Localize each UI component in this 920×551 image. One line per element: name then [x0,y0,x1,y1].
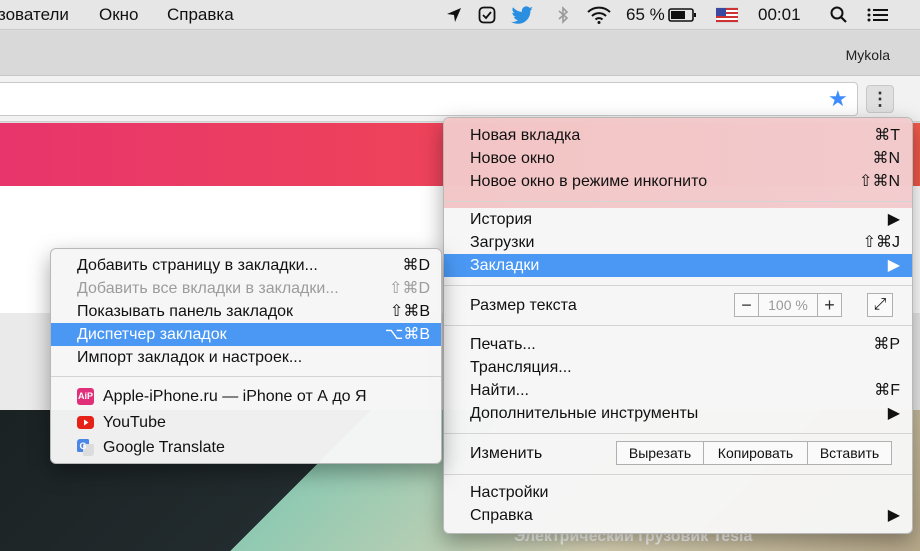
copy-button[interactable]: Копировать [703,441,808,465]
location-arrow-icon[interactable] [444,5,464,25]
address-bar[interactable] [0,82,858,116]
menu-item-more-tools[interactable]: Дополнительные инструменты ▶ [470,402,900,425]
bookmark-show-bar[interactable]: Показывать панель закладок ⇧⌘B [77,300,430,323]
bookmarks-submenu: Добавить страницу в закладки... ⌘D Добави… [50,248,442,464]
youtube-icon [77,416,94,429]
svg-text:G: G [80,441,87,451]
spotlight-search-icon[interactable] [829,5,849,25]
zoom-out-button[interactable]: − [735,294,759,316]
menu-item-downloads[interactable]: Загрузки ⇧⌘J [470,231,900,254]
menu-item-new-incognito[interactable]: Новое окно в режиме инкогнито ⇧⌘N [470,170,900,193]
us-flag-icon[interactable] [716,5,738,25]
wifi-icon[interactable] [586,5,612,25]
chevron-right-icon: ▶ [887,507,900,524]
bookmark-item[interactable]: AiP Apple-iPhone.ru — iPhone от А до Я [77,385,430,408]
zoom-control: − 100 % + [734,293,842,317]
zoom-level: 100 % [768,297,808,313]
menu-separator [444,433,912,434]
menu-item-new-window[interactable]: Новое окно ⌘N [470,147,900,170]
bookmark-import[interactable]: Импорт закладок и настроек... [77,346,430,369]
battery-percent: 65 % [626,5,665,24]
fullscreen-button[interactable]: ⤢ [867,293,893,317]
menu-separator [444,325,912,326]
chevron-right-icon: ▶ [887,405,900,422]
menu-item-bookmarks[interactable]: Закладки ▶ [444,254,912,277]
bluetooth-icon[interactable] [553,5,573,25]
chrome-main-menu: Новая вкладка ⌘T Новое окно ⌘N Новое окно … [443,117,913,534]
checklist-icon[interactable] [477,5,497,25]
menu-item-history[interactable]: История ▶ [470,208,900,231]
menu-window[interactable]: Окно [99,5,139,25]
menu-separator [51,376,441,377]
menu-item-find[interactable]: Найти... ⌘F [470,379,900,402]
cut-button[interactable]: Вырезать [616,441,704,465]
more-vertical-icon: ⋮ [871,89,889,109]
bookmark-manager[interactable]: Диспетчер закладок ⌥⌘B [51,323,441,346]
aip-icon: AiP [77,388,94,405]
menu-separator [444,285,912,286]
chrome-menu-button[interactable]: ⋮ [866,85,894,113]
menu-clock[interactable]: 00:01 [758,5,801,25]
google-translate-icon: G [77,439,94,456]
bookmark-star-icon[interactable]: ★ [828,88,848,110]
tab-strip [0,31,920,76]
menu-item-new-tab[interactable]: Новая вкладка ⌘T [470,124,900,147]
menu-item-settings[interactable]: Настройки [470,481,900,504]
chevron-right-icon: ▶ [887,257,900,274]
bookmark-add-all-tabs: Добавить все вкладки в закладки... ⇧⌘D [77,280,430,297]
profile-name[interactable]: Mykola [846,47,890,63]
chevron-right-icon: ▶ [887,211,900,228]
menu-item-print[interactable]: Печать... ⌘P [470,333,900,356]
menu-separator [444,474,912,475]
zoom-in-button[interactable]: + [817,294,841,316]
menu-separator [444,201,912,202]
fullscreen-icon: ⤢ [873,296,887,313]
edit-buttons: Вырезать Копировать Вставить [616,441,892,465]
paste-button[interactable]: Вставить [807,441,892,465]
bookmark-item[interactable]: YouTube [77,411,430,434]
menu-item-help[interactable]: Справка ▶ [470,504,900,527]
menu-users[interactable]: зователи [0,5,69,25]
menu-item-cast[interactable]: Трансляция... [470,356,900,379]
macos-menu-bar: зователи Окно Справка 65 % 00:01 [0,0,920,30]
bookmark-add-page[interactable]: Добавить страницу в закладки... ⌘D [77,254,430,277]
menu-help[interactable]: Справка [167,5,234,25]
bookmark-item[interactable]: G Google Translate [77,436,430,459]
notification-center-icon[interactable] [866,5,890,25]
twitter-icon[interactable] [511,5,535,25]
battery-icon[interactable] [668,5,698,25]
